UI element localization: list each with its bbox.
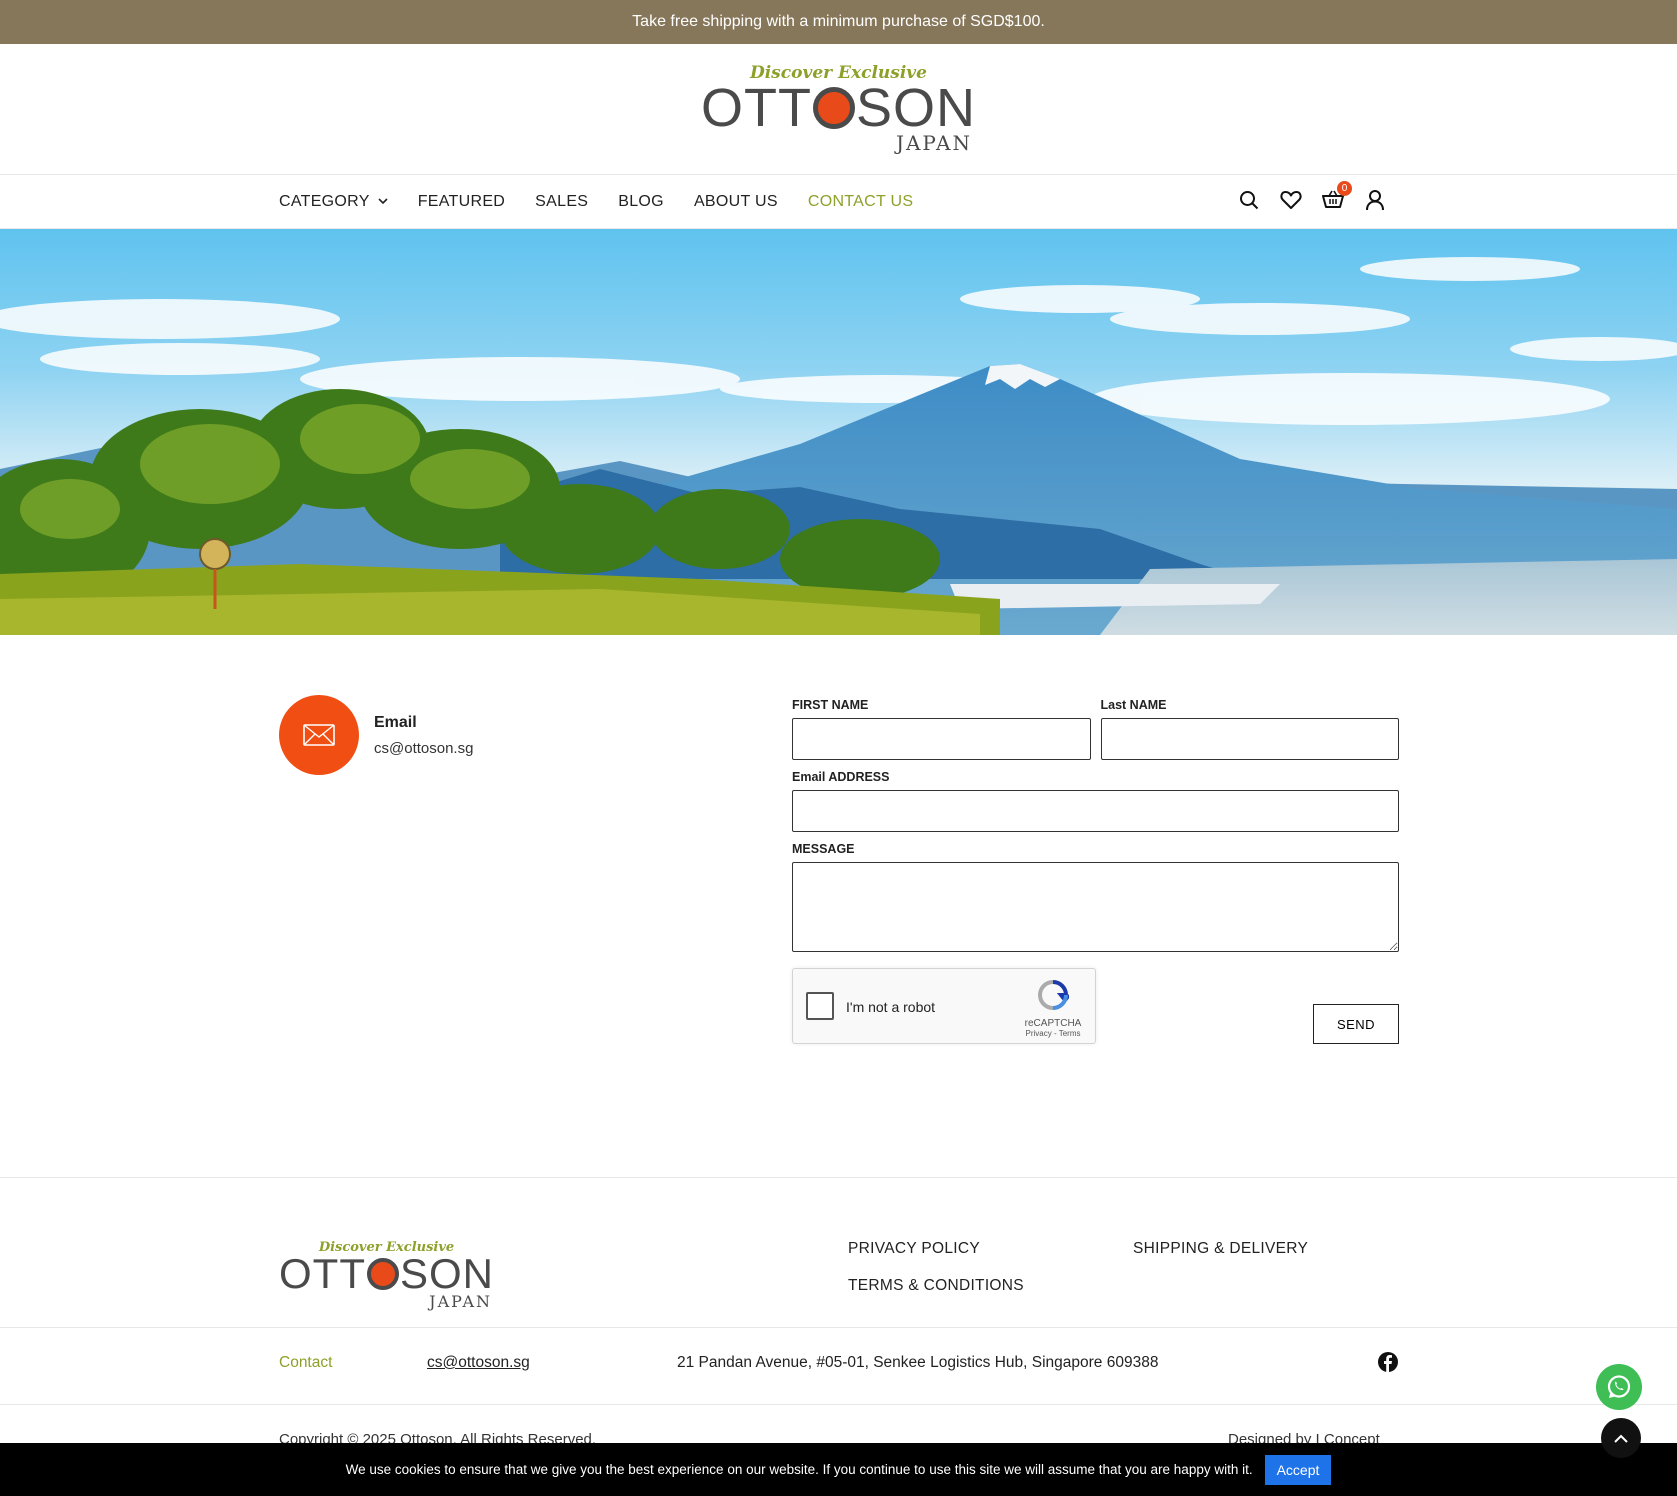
last-name-label: Last NAME (1100, 698, 1167, 712)
message-label: MESSAGE (792, 842, 855, 856)
footer-contact-label: Contact (279, 1354, 333, 1371)
contact-email-value[interactable]: cs@ottoson.sg (374, 740, 473, 757)
first-name-input[interactable] (792, 718, 1091, 760)
nav-item-contact-us[interactable]: CONTACT US (808, 193, 914, 211)
back-to-top-button[interactable] (1601, 1418, 1641, 1458)
contact-info-text: Email cs@ottoson.sg (374, 714, 473, 757)
nav-item-label: CATEGORY (279, 192, 370, 210)
recaptcha-privacy-terms[interactable]: Privacy - Terms (1023, 1029, 1083, 1038)
footer-contact-row: Contact cs@ottoson.sg 21 Pandan Avenue, … (0, 1327, 1677, 1405)
contact-form: FIRST NAME Last NAME Email ADDRESS MESSA… (792, 698, 1399, 1044)
site-footer: Discover Exclusive OTT SON JAPAN PRIVACY… (0, 1177, 1677, 1448)
search-icon[interactable] (1236, 187, 1262, 213)
cookie-banner: We use cookies to ensure that we give yo… (0, 1443, 1677, 1496)
cart-icon[interactable]: 0 (1320, 181, 1352, 213)
announcement-bar: Take free shipping with a minimum purcha… (0, 0, 1677, 44)
main-navigation: CATEGORY FEATURED SALES BLOG ABOUT US CO… (0, 174, 1677, 229)
logo-brand-right: SON (399, 1250, 494, 1297)
chevron-down-icon (378, 198, 388, 205)
recaptcha-checkbox[interactable] (806, 992, 834, 1020)
email-icon-circle (279, 695, 359, 775)
footer-link-privacy-policy[interactable]: PRIVACY POLICY (848, 1240, 980, 1258)
last-name-input[interactable] (1100, 718, 1399, 760)
user-icon[interactable] (1362, 187, 1388, 213)
whatsapp-button[interactable] (1596, 1364, 1642, 1410)
email-group: Email ADDRESS (792, 770, 1399, 832)
heart-icon[interactable] (1278, 187, 1304, 213)
recaptcha-logo: reCAPTCHA Privacy - Terms (1023, 979, 1083, 1038)
facebook-icon[interactable] (1378, 1352, 1398, 1377)
nav-item-category[interactable]: CATEGORY (279, 193, 388, 211)
footer-contact-email[interactable]: cs@ottoson.sg (427, 1354, 530, 1372)
recaptcha-brand: reCAPTCHA (1024, 1018, 1082, 1029)
hero-banner-image (0, 229, 1677, 635)
footer-link-terms-conditions[interactable]: TERMS & CONDITIONS (848, 1277, 1024, 1295)
message-textarea[interactable] (792, 862, 1399, 952)
recaptcha-widget: I'm not a robot reCAPTCHA Privacy - Term… (792, 968, 1096, 1044)
send-button[interactable]: SEND (1313, 1004, 1399, 1044)
site-header: Discover Exclusive OTT SON JAPAN (0, 44, 1677, 174)
logo-brand-right: SON (855, 78, 976, 138)
contact-email-label: Email (374, 713, 417, 731)
mount-fuji-landscape-image (0, 257, 1677, 635)
logo-country: JAPAN (429, 1292, 492, 1311)
envelope-icon (303, 724, 335, 746)
cart-count-badge: 0 (1337, 181, 1352, 196)
nav-item-blog[interactable]: BLOG (618, 193, 664, 211)
recaptcha-label: I'm not a robot (846, 999, 936, 1015)
nav-item-sales[interactable]: SALES (535, 193, 588, 211)
footer-link-shipping-delivery[interactable]: SHIPPING & DELIVERY (1133, 1240, 1308, 1258)
logo-brand: OTT SON (701, 81, 976, 135)
logo-sun-icon (812, 87, 855, 129)
logo-brand-left: OTT (700, 78, 812, 138)
last-name-group: Last NAME (1100, 698, 1399, 760)
footer-logo[interactable]: Discover Exclusive OTT SON JAPAN (279, 1240, 494, 1311)
name-row: FIRST NAME Last NAME (792, 698, 1399, 760)
cookie-accept-button[interactable]: Accept (1264, 1454, 1332, 1485)
first-name-label: FIRST NAME (792, 698, 869, 712)
recaptcha-icon (1037, 980, 1071, 1010)
announcement-text: Take free shipping with a minimum purcha… (632, 13, 1045, 30)
email-address-label: Email ADDRESS (792, 770, 890, 784)
cookie-text: We use cookies to ensure that we give yo… (345, 1462, 1253, 1477)
logo-brand: OTT SON (279, 1253, 494, 1295)
logo-sun-icon (366, 1258, 399, 1290)
site-logo[interactable]: Discover Exclusive OTT SON JAPAN (701, 63, 976, 155)
first-name-group: FIRST NAME (792, 698, 1091, 760)
chevron-up-icon (1614, 1434, 1628, 1443)
contact-info-block: Email cs@ottoson.sg (279, 695, 473, 775)
logo-brand-left: OTT (279, 1250, 366, 1297)
footer-address: 21 Pandan Avenue, #05-01, Senkee Logisti… (677, 1354, 1159, 1371)
nav-item-featured[interactable]: FEATURED (418, 193, 505, 211)
nav-links: CATEGORY FEATURED SALES BLOG ABOUT US CO… (279, 175, 913, 228)
nav-icons: 0 (1236, 181, 1388, 213)
nav-item-about-us[interactable]: ABOUT US (694, 193, 778, 211)
email-address-input[interactable] (792, 790, 1399, 832)
logo-country: JAPAN (895, 131, 972, 155)
message-group: MESSAGE (792, 842, 1399, 957)
whatsapp-icon (1607, 1375, 1631, 1398)
